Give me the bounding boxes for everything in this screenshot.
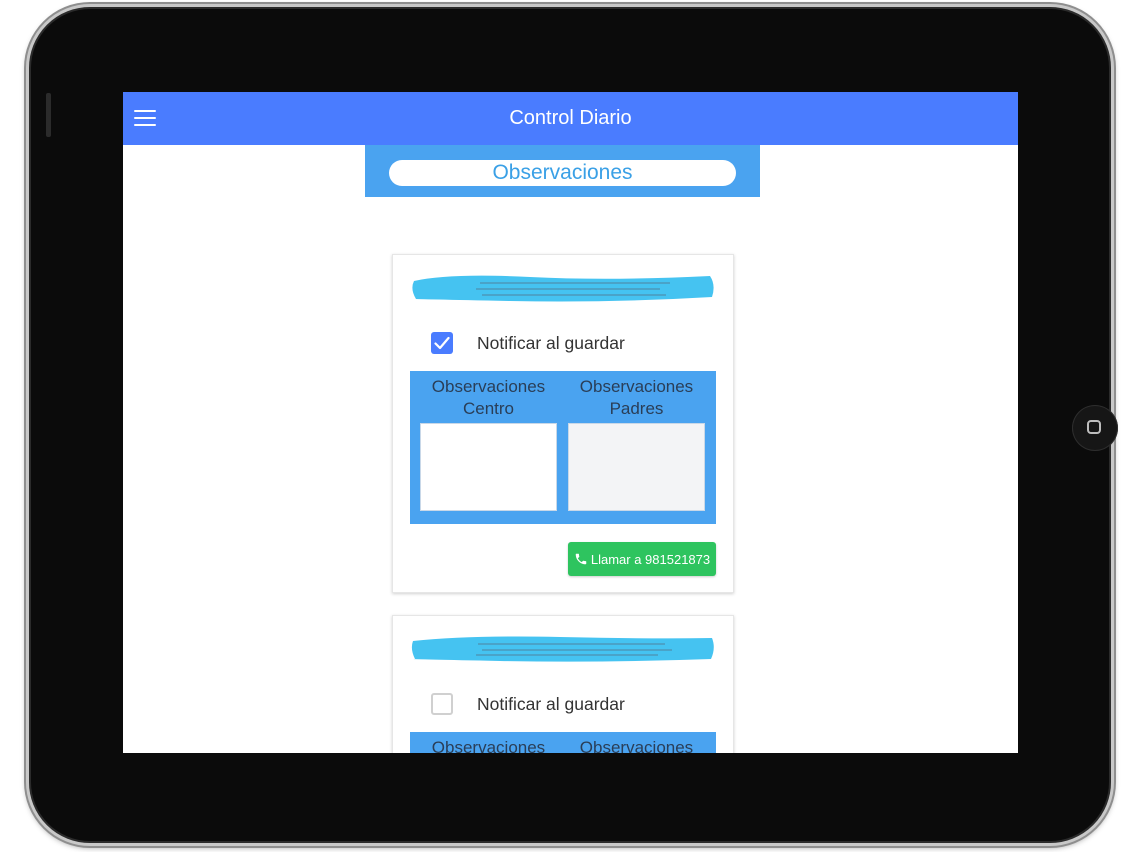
observations-panel: Observaciones Centro Observaciones Padre… — [410, 732, 716, 753]
obs-padres-label: Observaciones Padres — [579, 738, 694, 753]
obs-centro-column: Observaciones Centro — [420, 732, 557, 753]
section-title[interactable]: Observaciones — [389, 160, 736, 186]
obs-padres-column: Observaciones Padres — [568, 371, 705, 511]
redacted-student-name — [411, 636, 714, 662]
top-app-bar: Control Diario — [123, 92, 1018, 145]
tablet-home-button[interactable] — [1072, 405, 1118, 451]
notify-row: Notificar al guardar — [431, 331, 625, 355]
notify-checkbox[interactable] — [431, 332, 453, 354]
notify-row: Notificar al guardar — [431, 692, 625, 716]
student-card: Notificar al guardar Observaciones Centr… — [392, 615, 734, 753]
notify-label: Notificar al guardar — [477, 332, 625, 353]
phone-icon — [575, 553, 587, 565]
app-title: Control Diario — [509, 107, 632, 129]
obs-centro-column: Observaciones Centro — [420, 371, 557, 511]
call-button-label: Llamar a 981521873 — [590, 551, 711, 567]
notify-checkbox[interactable] — [431, 693, 453, 715]
observations-panel: Observaciones Centro Observaciones Padre… — [410, 371, 716, 524]
obs-centro-input[interactable] — [420, 423, 557, 511]
redacted-student-name — [412, 275, 714, 302]
app-screen: Control Diario Observaciones Notificar a… — [123, 92, 1018, 753]
obs-padres-input[interactable] — [568, 423, 705, 511]
obs-centro-label: Observaciones Centro — [431, 738, 546, 753]
check-icon — [434, 336, 450, 350]
tablet-side-button — [46, 93, 51, 137]
obs-padres-label: Observaciones Padres — [579, 377, 694, 418]
home-button-icon — [1087, 420, 1101, 434]
obs-centro-label: Observaciones Centro — [431, 377, 546, 418]
call-button[interactable]: Llamar a 981521873 — [568, 542, 716, 576]
obs-padres-column: Observaciones Padres — [568, 732, 705, 753]
section-header: Observaciones — [365, 145, 760, 197]
notify-label: Notificar al guardar — [477, 693, 625, 714]
student-card: Notificar al guardar Observaciones Centr… — [392, 254, 734, 593]
